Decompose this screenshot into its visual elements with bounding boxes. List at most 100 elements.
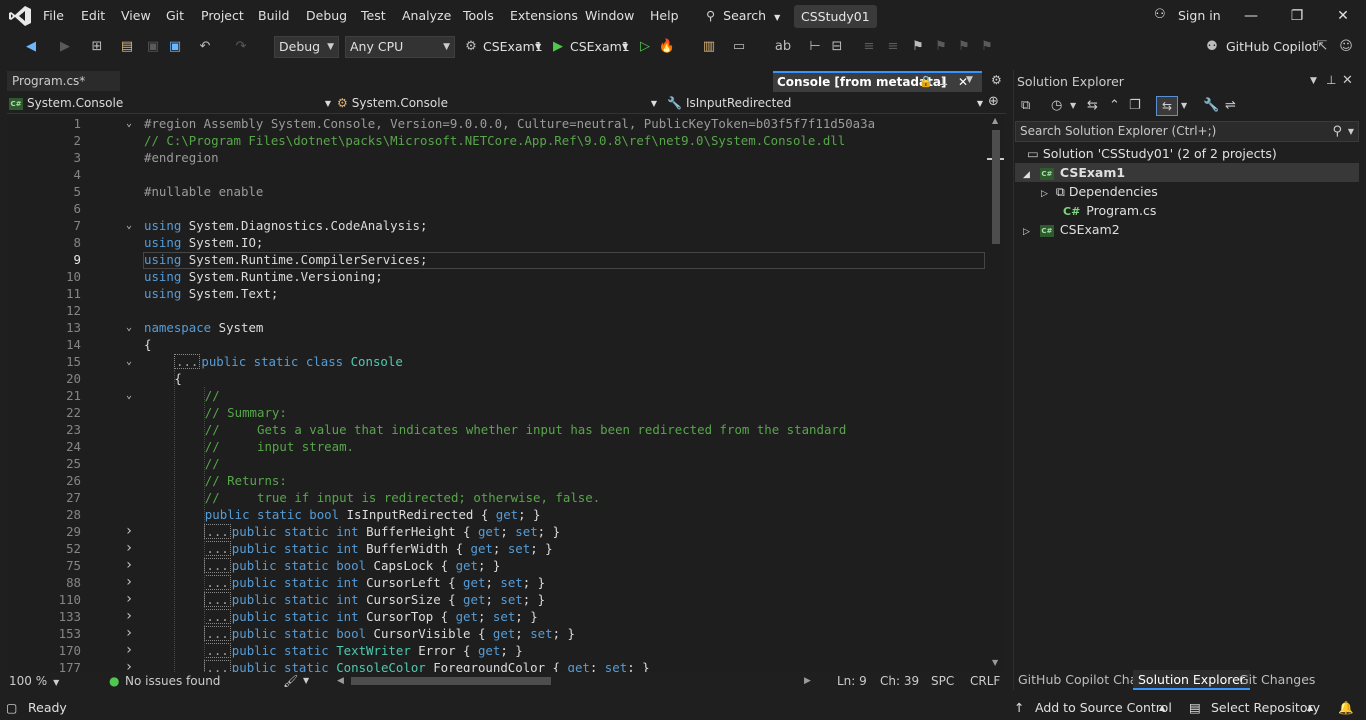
collapsed-region-marker[interactable]: ... (174, 354, 201, 369)
hot-reload-icon[interactable]: 🔥 (658, 38, 676, 56)
output-icon[interactable]: ▢ (6, 696, 17, 720)
start-debugging-icon[interactable]: ▶ (549, 38, 567, 56)
run-target-button[interactable]: CSExam1 (570, 39, 630, 54)
collapsed-region-marker[interactable]: ... (204, 592, 231, 607)
code-editor[interactable]: 1 ⌄ #region Assembly System.Console, Versi… (7, 114, 987, 672)
switch-views-icon[interactable]: ⧉ (1021, 98, 1030, 113)
redo-icon[interactable]: ↷ (232, 38, 250, 56)
outdent-icon[interactable]: ≡ (884, 38, 902, 56)
user-feedback-icon[interactable]: ☺ (1337, 38, 1355, 56)
preview-icon[interactable]: ⇌ (1225, 98, 1236, 113)
tab-list-dropdown-icon[interactable]: ▼ (966, 75, 973, 85)
type-dropdown[interactable]: ⚙ System.Console ▼ (337, 94, 657, 113)
pin-icon[interactable]: ⊥ (938, 73, 948, 91)
menu-edit[interactable]: Edit (81, 8, 105, 24)
track-active-item-icon[interactable]: ⇆ (1156, 96, 1178, 116)
menu-test[interactable]: Test (361, 8, 386, 24)
search-icon[interactable]: ⚲ (1332, 122, 1342, 141)
select-repository-button[interactable]: Select Repository (1211, 696, 1320, 720)
code-line[interactable]: 12 (7, 302, 987, 319)
sync-icon[interactable]: ⇆ (1087, 98, 1098, 113)
menu-tools[interactable]: Tools (463, 8, 494, 24)
fold-expanded-icon[interactable]: ⌄ (122, 387, 136, 404)
minimize-icon[interactable]: — (1241, 6, 1261, 26)
history-icon[interactable]: ◷ (1051, 98, 1062, 113)
add-to-source-control-button[interactable]: Add to Source Control (1035, 696, 1172, 720)
code-line[interactable]: 14 { (7, 336, 987, 353)
line-number[interactable]: Ln: 9 (837, 672, 867, 690)
fold-expanded-icon[interactable]: ⌄ (122, 319, 136, 336)
project-dropdown[interactable]: C# System.Console ▼ (9, 94, 331, 113)
spell-check-icon[interactable]: ab (774, 38, 792, 56)
menu-view[interactable]: View (121, 8, 151, 24)
zoom-dropdown[interactable]: 100 % ▼ (9, 672, 59, 692)
code-line[interactable]: 1 ⌄ #region Assembly System.Console, Versi… (7, 115, 987, 132)
undo-icon[interactable]: ↶ (196, 38, 214, 56)
fold-collapsed-icon[interactable]: › (122, 608, 136, 625)
clear-bookmarks-icon[interactable]: ⚑ (978, 38, 996, 56)
tab-program-cs[interactable]: Program.cs* (7, 71, 120, 91)
gear-icon[interactable]: ⚙ (991, 73, 1002, 87)
notifications-icon[interactable]: 🔔 (1338, 696, 1354, 720)
fold-collapsed-icon[interactable]: › (122, 625, 136, 642)
restore-icon[interactable]: ❐ (1287, 6, 1307, 26)
code-line[interactable]: 24 // input stream. (7, 438, 987, 455)
scroll-left-icon[interactable]: ◀ (337, 672, 344, 690)
code-line[interactable]: 7 ⌄ using System.Diagnostics.CodeAnalysis; (7, 217, 987, 234)
tree-project-csexam1[interactable]: ◢ C# CSExam1 (1015, 163, 1359, 182)
column-number[interactable]: Ch: 39 (880, 672, 919, 690)
code-line[interactable]: 21 ⌄ // (7, 387, 987, 404)
solution-name-badge[interactable]: CSStudy01 (794, 5, 877, 28)
code-line[interactable]: 3 #endregion (7, 149, 987, 166)
scroll-down-icon[interactable]: ▼ (992, 658, 998, 667)
platform-dropdown[interactable]: Any CPU ▼ (345, 36, 455, 58)
code-line[interactable]: 6 (7, 200, 987, 217)
collapse-all-icon[interactable]: ⌃ (1109, 98, 1120, 113)
line-endings[interactable]: CRLF (970, 672, 1000, 690)
split-editor-icon[interactable]: ⊕ (988, 94, 999, 109)
scroll-up-icon[interactable]: ▲ (992, 116, 998, 125)
member-dropdown[interactable]: 🔧 IsInputRedirected ▼ (667, 94, 983, 113)
close-panel-icon[interactable]: ✕ (1342, 73, 1353, 88)
next-bookmark-icon[interactable]: ⚑ (955, 38, 973, 56)
navigate-back-icon[interactable]: ◀ (22, 38, 40, 56)
code-line[interactable]: 88 ›... public static int CursorLeft { get… (7, 574, 987, 591)
code-line[interactable]: 2 // C:\Program Files\dotnet\packs\Micros… (7, 132, 987, 149)
search-box[interactable]: ⚲ Search ▼ (698, 5, 780, 27)
step-icon[interactable]: ⊢ (806, 38, 824, 56)
tree-solution[interactable]: ▭ Solution 'CSStudy01' (2 of 2 projects) (1015, 144, 1359, 163)
code-line[interactable]: 10 using System.Runtime.Versioning; (7, 268, 987, 285)
prev-bookmark-icon[interactable]: ⚑ (932, 38, 950, 56)
fold-collapsed-icon[interactable]: › (122, 540, 136, 557)
fold-expanded-icon[interactable]: ⌄ (122, 217, 136, 234)
code-line[interactable]: 153 ›... public static bool CursorVisible … (7, 625, 987, 642)
code-line[interactable]: 110 ›... public static int CursorSize { ge… (7, 591, 987, 608)
code-line[interactable]: 75 ›... public static bool CapsLock { get;… (7, 557, 987, 574)
close-window-icon[interactable]: ✕ (1333, 6, 1353, 26)
tab-console-metadata[interactable]: Console [from metadata] 🔒 ⊥ ✕ (773, 71, 982, 92)
panel-options-icon[interactable]: ▼ (1310, 76, 1317, 86)
code-line[interactable]: 8 using System.IO; (7, 234, 987, 251)
code-line[interactable]: 22 // Summary: (7, 404, 987, 421)
navigate-forward-icon[interactable]: ▶ (56, 38, 74, 56)
tree-dependencies[interactable]: ▷ ⧉ Dependencies (1015, 182, 1359, 201)
code-line[interactable]: 20 { (7, 370, 987, 387)
code-line[interactable]: 5 #nullable enable (7, 183, 987, 200)
code-line[interactable]: 133 ›... public static int CursorTop { get… (7, 608, 987, 625)
tab-git-changes[interactable]: Git Changes (1234, 670, 1320, 690)
show-all-files-icon[interactable]: ❐ (1129, 98, 1141, 113)
code-line[interactable]: 23 // Gets a value that indicates whether… (7, 421, 987, 438)
horizontal-scrollbar-thumb[interactable] (351, 677, 551, 685)
layout-icon[interactable]: ▭ (730, 38, 748, 56)
fold-expanded-icon[interactable]: ⌄ (122, 115, 136, 132)
wrench-icon[interactable]: 🔧 (1203, 98, 1219, 113)
menu-git[interactable]: Git (166, 8, 184, 24)
tab-solution-explorer[interactable]: Solution Explorer (1133, 670, 1250, 690)
menu-debug[interactable]: Debug (306, 8, 347, 24)
indent-icon[interactable]: ≡ (860, 38, 878, 56)
code-line[interactable]: 9 using System.Runtime.CompilerServices; (7, 251, 987, 268)
code-line[interactable]: 13 ⌄ namespace System (7, 319, 987, 336)
collapsed-region-marker[interactable]: ... (204, 660, 231, 672)
solution-search-input[interactable]: Search Solution Explorer (Ctrl+;) ⚲ ▼ (1015, 121, 1359, 142)
code-line[interactable]: 4 (7, 166, 987, 183)
